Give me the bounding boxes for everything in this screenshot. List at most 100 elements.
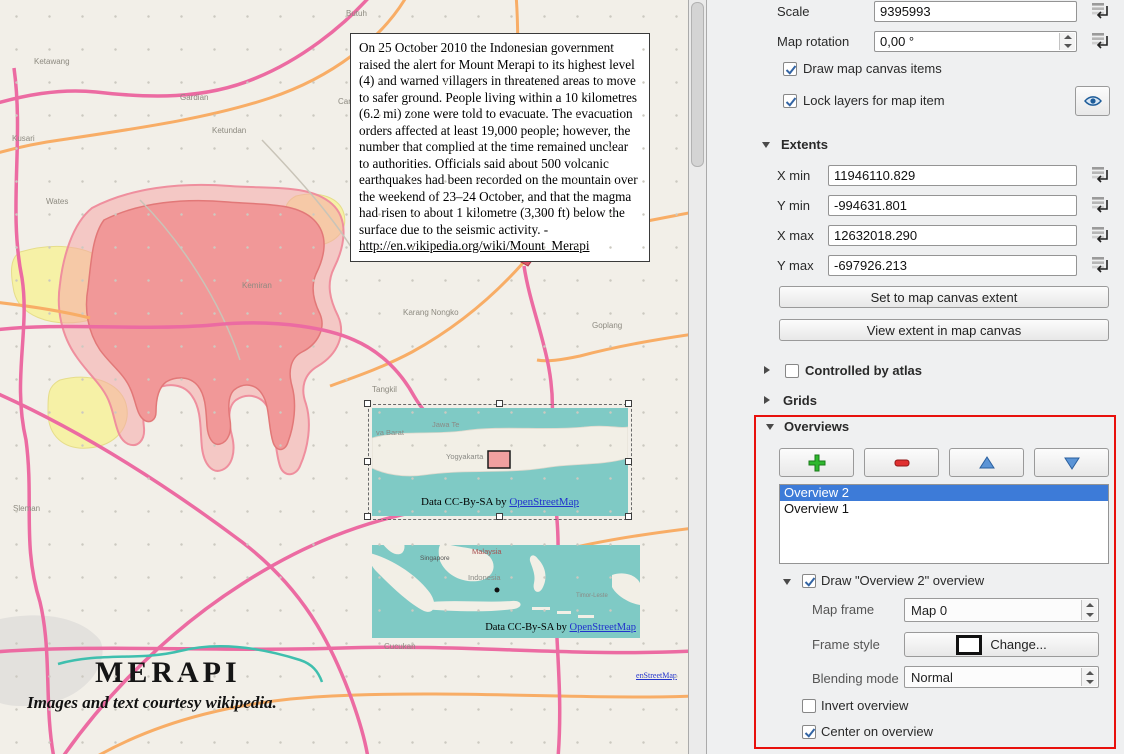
blending-mode-label: Blending mode [812, 671, 899, 686]
draw-overview-label: Draw "Overview 2" overview [821, 573, 984, 588]
inset-region-label: Jawa Te [432, 420, 459, 429]
selection-handle[interactable] [625, 458, 632, 465]
selection-handle[interactable] [625, 513, 632, 520]
data-defined-override-icon[interactable] [1089, 31, 1111, 51]
overview-extent-rectangle [488, 451, 510, 468]
data-defined-override-icon[interactable] [1089, 195, 1111, 215]
controlled-by-atlas-checkbox[interactable] [785, 364, 799, 378]
data-defined-override-icon[interactable] [1089, 165, 1111, 185]
move-overview-down-button[interactable] [1034, 448, 1109, 477]
combo-arrows-icon[interactable] [1081, 600, 1097, 620]
arrow-down-icon [1063, 455, 1081, 471]
check-icon [803, 726, 817, 740]
data-defined-override-icon[interactable] [1089, 255, 1111, 275]
map-place-label: Wates [46, 197, 68, 206]
list-item[interactable]: Overview 1 [780, 501, 1108, 517]
annotation-url: http://en.wikipedia.org/wiki/Mount_Merap… [359, 238, 590, 253]
plus-icon [808, 454, 826, 472]
frame-style-label: Frame style [812, 637, 880, 652]
map-place-label: Ketawang [34, 57, 70, 66]
xmin-label: X min [777, 168, 810, 183]
ymin-input[interactable]: -994631.801 [828, 195, 1077, 216]
overview-map-item-2[interactable]: Singapore Malaysia Indonesia Timor-Leste… [372, 545, 640, 638]
data-defined-override-icon[interactable] [1089, 1, 1111, 21]
draw-overview-checkbox[interactable] [802, 574, 816, 588]
xmax-input[interactable]: 12632018.290 [828, 225, 1077, 246]
selection-handle[interactable] [364, 458, 371, 465]
map-place-label: Ketundan [212, 126, 246, 135]
map-place-label: Gardian [180, 93, 208, 102]
selection-handle[interactable] [496, 400, 503, 407]
map-attribution: Data CC-By-SA by OpenStreetMap [372, 496, 628, 508]
center-on-overview-label: Center on overview [821, 724, 933, 739]
arrow-up-icon [978, 455, 996, 471]
map-rotation-spinbox[interactable]: 0,00 ° [874, 31, 1077, 52]
minus-icon [893, 454, 911, 472]
map-place-label: Kemiran [242, 281, 272, 290]
inset-region-label: Indonesia [468, 573, 501, 582]
xmax-label: X max [777, 228, 814, 243]
layer-visibility-preset-button[interactable] [1075, 86, 1110, 116]
selection-handle[interactable] [364, 400, 371, 407]
map-place-label: Goplang [592, 321, 622, 330]
invert-overview-label: Invert overview [821, 698, 908, 713]
scrollbar-thumb[interactable] [691, 2, 704, 167]
overview-map-item-1[interactable]: va Barat Jawa Te Yogyakarta Data CC-By-S… [372, 408, 628, 516]
inset-region-label: Malaysia [472, 547, 502, 556]
overviews-title: Overviews [784, 419, 849, 434]
map-place-label: Karang Nongko [403, 308, 459, 317]
map-subtitle-item[interactable]: Images and text courtesy wikipedia. [27, 693, 277, 713]
map-canvas[interactable]: Butuh Kusari Ketawang Gardian Candiwan K… [0, 0, 688, 754]
draw-overview-collapse-icon[interactable] [783, 579, 791, 585]
inset-region-label: Timor-Leste [576, 593, 608, 599]
remove-overview-button[interactable] [864, 448, 939, 477]
blending-mode-combobox[interactable]: Normal [904, 666, 1099, 688]
selection-handle[interactable] [364, 513, 371, 520]
openstreetmap-link[interactable]: OpenStreetMap [570, 622, 636, 633]
map-place-label: Cucukan [384, 642, 416, 651]
canvas-vertical-scrollbar[interactable] [688, 0, 707, 754]
map-rotation-label: Map rotation [777, 34, 849, 49]
selection-handle[interactable] [496, 513, 503, 520]
map-place-label: Kusari [12, 134, 35, 143]
xmin-input[interactable]: 11946110.829 [828, 165, 1077, 186]
set-to-map-canvas-extent-button[interactable]: Set to map canvas extent [779, 286, 1109, 308]
annotation-text-item[interactable]: On 25 October 2010 the Indonesian govern… [350, 33, 650, 262]
item-properties-panel: Scale 9395993 Map rotation 0,00 ° Draw m… [707, 0, 1124, 754]
draw-map-canvas-items-label: Draw map canvas items [803, 61, 942, 76]
map-frame-combobox[interactable]: Map 0 [904, 598, 1099, 622]
frame-style-change-button[interactable]: Change... [904, 632, 1099, 657]
map-title-item[interactable]: MERAPI [95, 656, 241, 690]
grids-title: Grids [783, 393, 817, 408]
data-defined-override-icon[interactable] [1089, 225, 1111, 245]
overviews-collapse-icon[interactable] [766, 424, 774, 430]
map-place-label: Tangkil [372, 385, 397, 394]
lock-layers-checkbox[interactable] [783, 94, 797, 108]
map-place-label: Butuh [346, 9, 367, 18]
center-on-overview-checkbox[interactable] [802, 725, 816, 739]
extents-collapse-icon[interactable] [762, 142, 770, 148]
extents-title: Extents [781, 137, 828, 152]
draw-map-canvas-items-checkbox[interactable] [783, 62, 797, 76]
add-overview-button[interactable] [779, 448, 854, 477]
map-attribution: Data CC-By-SA by OpenStreetMap [485, 622, 636, 633]
scale-input[interactable]: 9395993 [874, 1, 1077, 22]
inset-region-label: Yogyakarta [446, 452, 483, 461]
view-extent-in-map-canvas-button[interactable]: View extent in map canvas [779, 319, 1109, 341]
spinbox-arrows-icon[interactable] [1059, 33, 1075, 50]
annotation-text: On 25 October 2010 the Indonesian govern… [359, 40, 638, 237]
combo-arrows-icon[interactable] [1081, 668, 1097, 686]
eye-icon [1083, 93, 1103, 109]
ymax-label: Y max [777, 258, 814, 273]
overviews-list[interactable]: Overview 2 Overview 1 [779, 484, 1109, 564]
move-overview-up-button[interactable] [949, 448, 1024, 477]
list-item[interactable]: Overview 2 [780, 485, 1108, 501]
selection-handle[interactable] [625, 400, 632, 407]
grids-collapse-icon[interactable] [764, 396, 770, 404]
atlas-collapse-icon[interactable] [764, 366, 770, 374]
scale-label: Scale [777, 4, 810, 19]
openstreetmap-link[interactable]: OpenStreetMap [509, 496, 579, 508]
ymax-input[interactable]: -697926.213 [828, 255, 1077, 276]
inset-region-label: va Barat [376, 428, 404, 437]
invert-overview-checkbox[interactable] [802, 699, 816, 713]
